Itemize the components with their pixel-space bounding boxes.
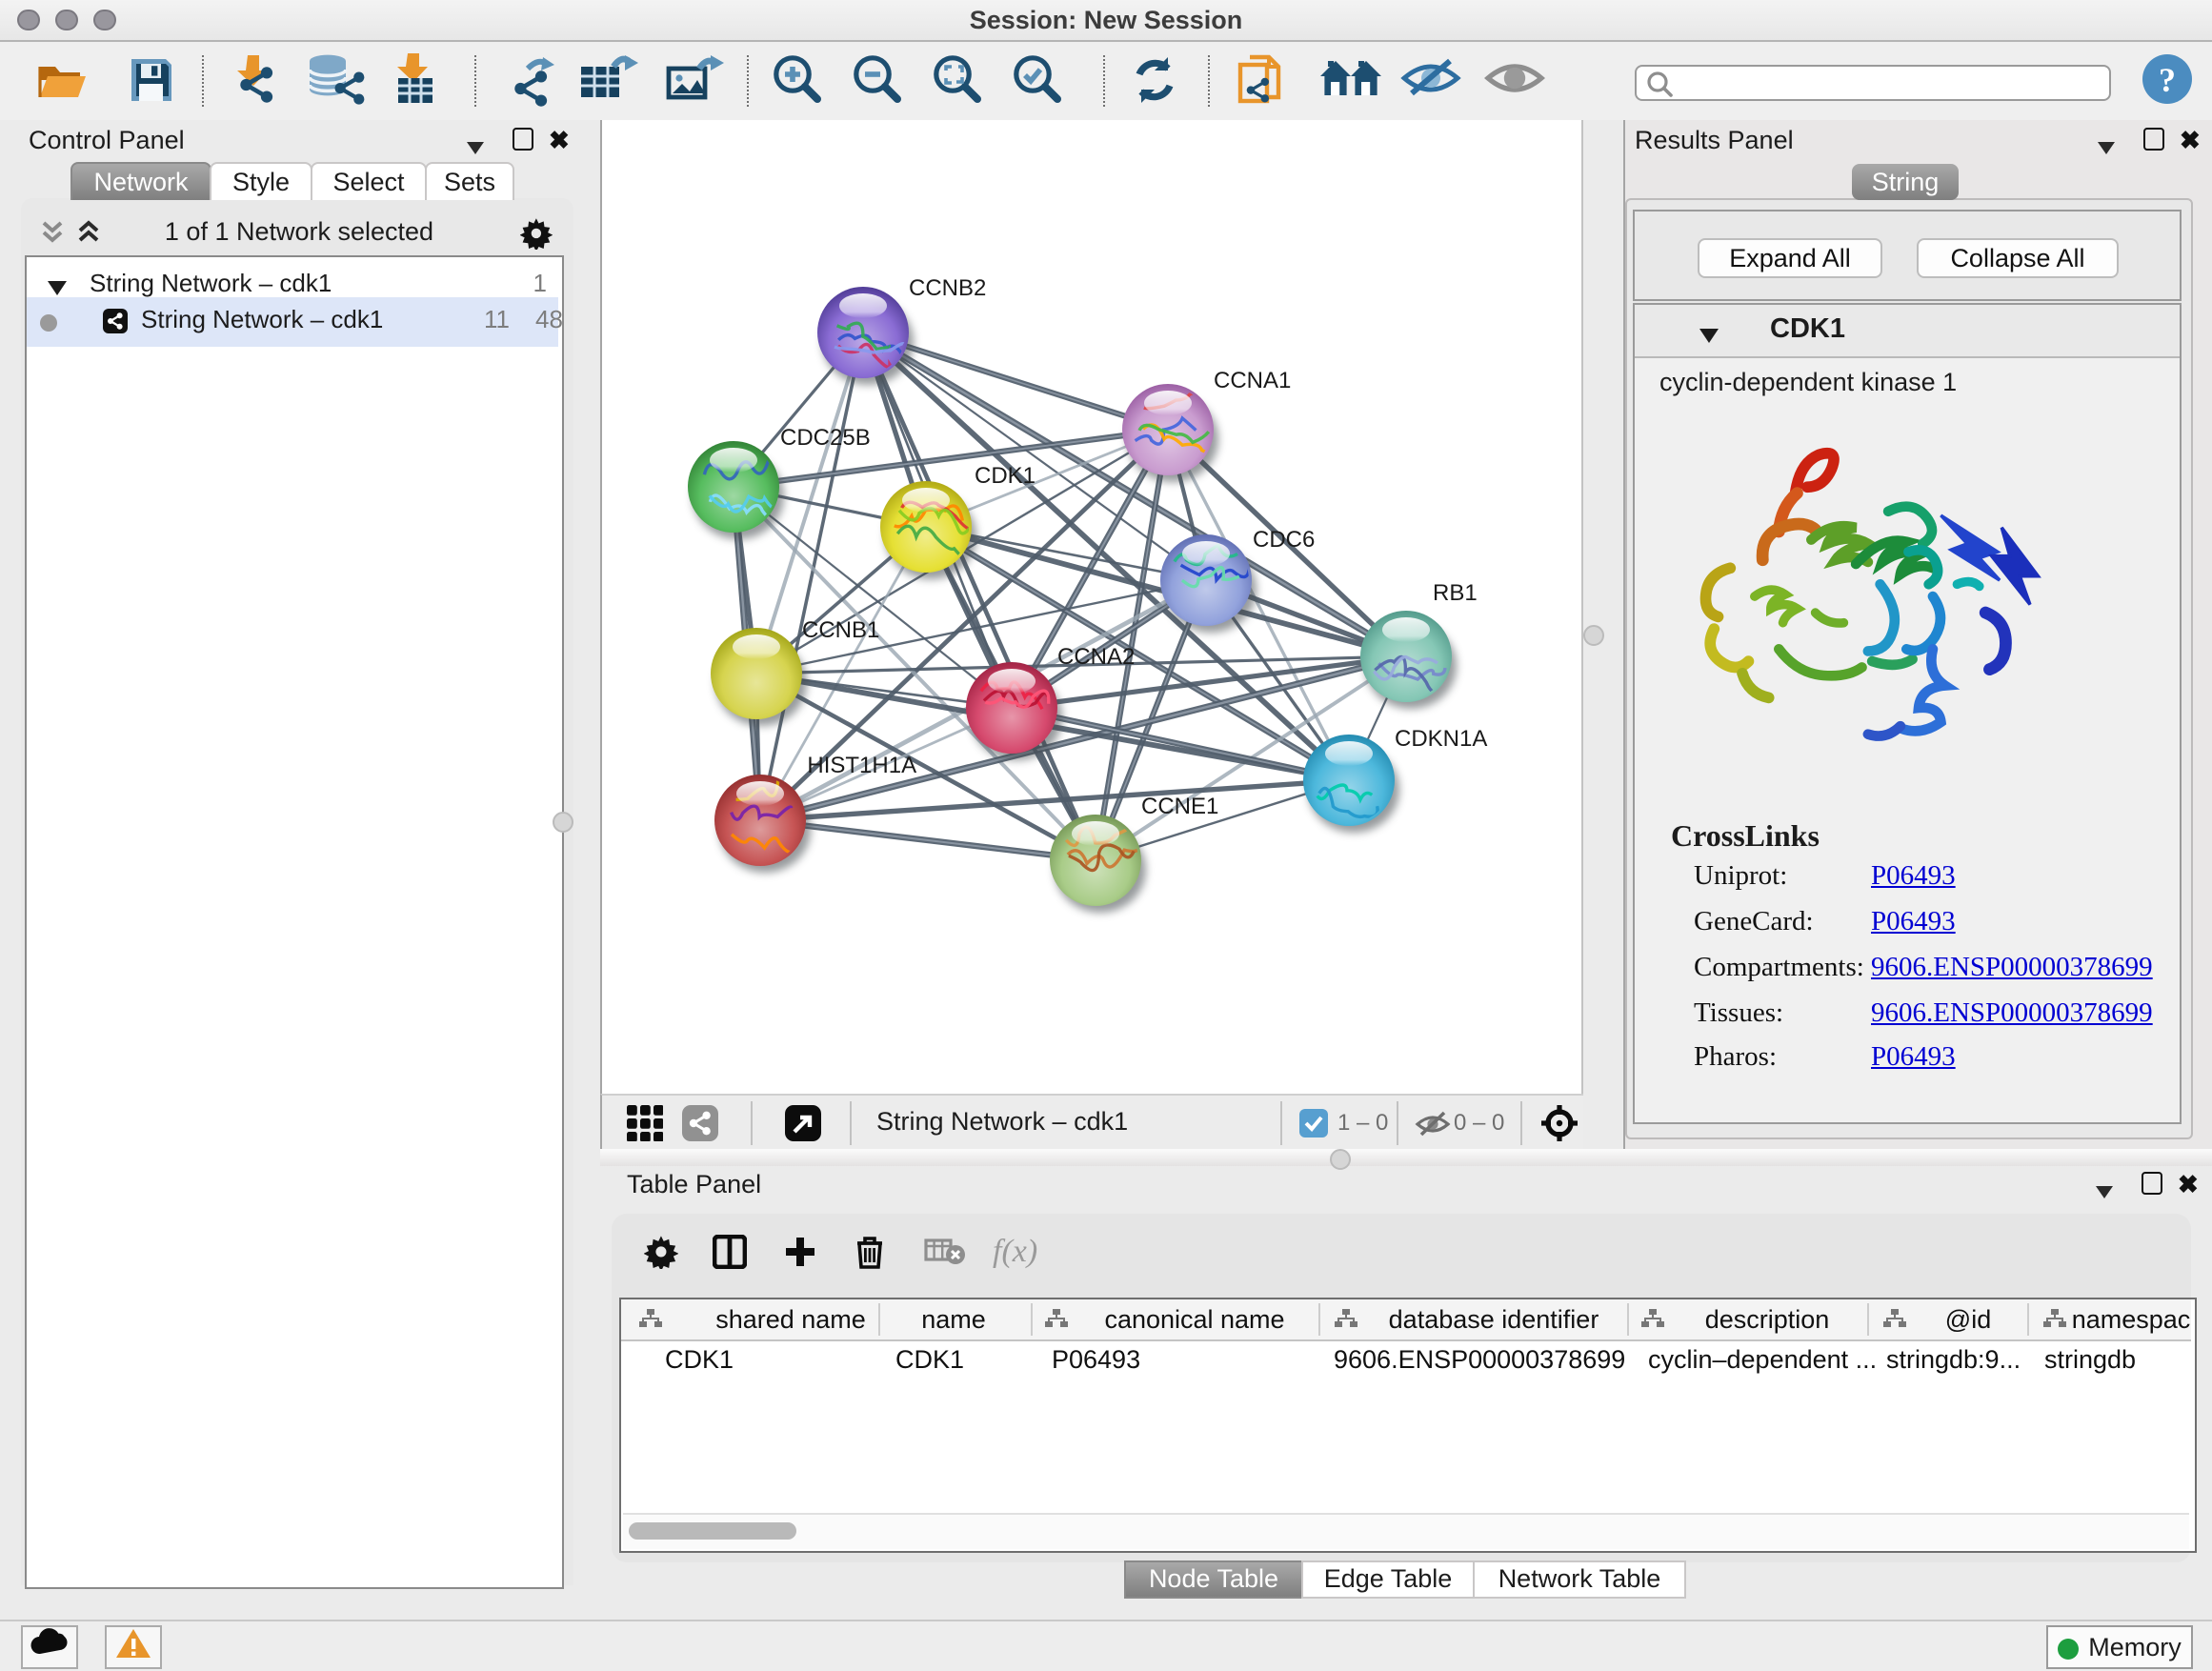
svg-text:CDC25B: CDC25B <box>780 425 871 451</box>
svg-text:CCNB1: CCNB1 <box>802 617 879 643</box>
svg-text:CCNE1: CCNE1 <box>1141 794 1218 819</box>
svg-text:RB1: RB1 <box>1433 580 1478 606</box>
svg-text:?: ? <box>2159 61 2176 99</box>
svg-text:CCNB2: CCNB2 <box>909 275 986 301</box>
svg-text:CCNA2: CCNA2 <box>1057 644 1135 670</box>
svg-text:CDK1: CDK1 <box>975 463 1036 489</box>
svg-text:CDC6: CDC6 <box>1253 527 1315 553</box>
svg-text:HIST1H1A: HIST1H1A <box>807 753 916 778</box>
svg-text:CCNA1: CCNA1 <box>1214 368 1291 393</box>
svg-text:CDKN1A: CDKN1A <box>1395 726 1487 752</box>
